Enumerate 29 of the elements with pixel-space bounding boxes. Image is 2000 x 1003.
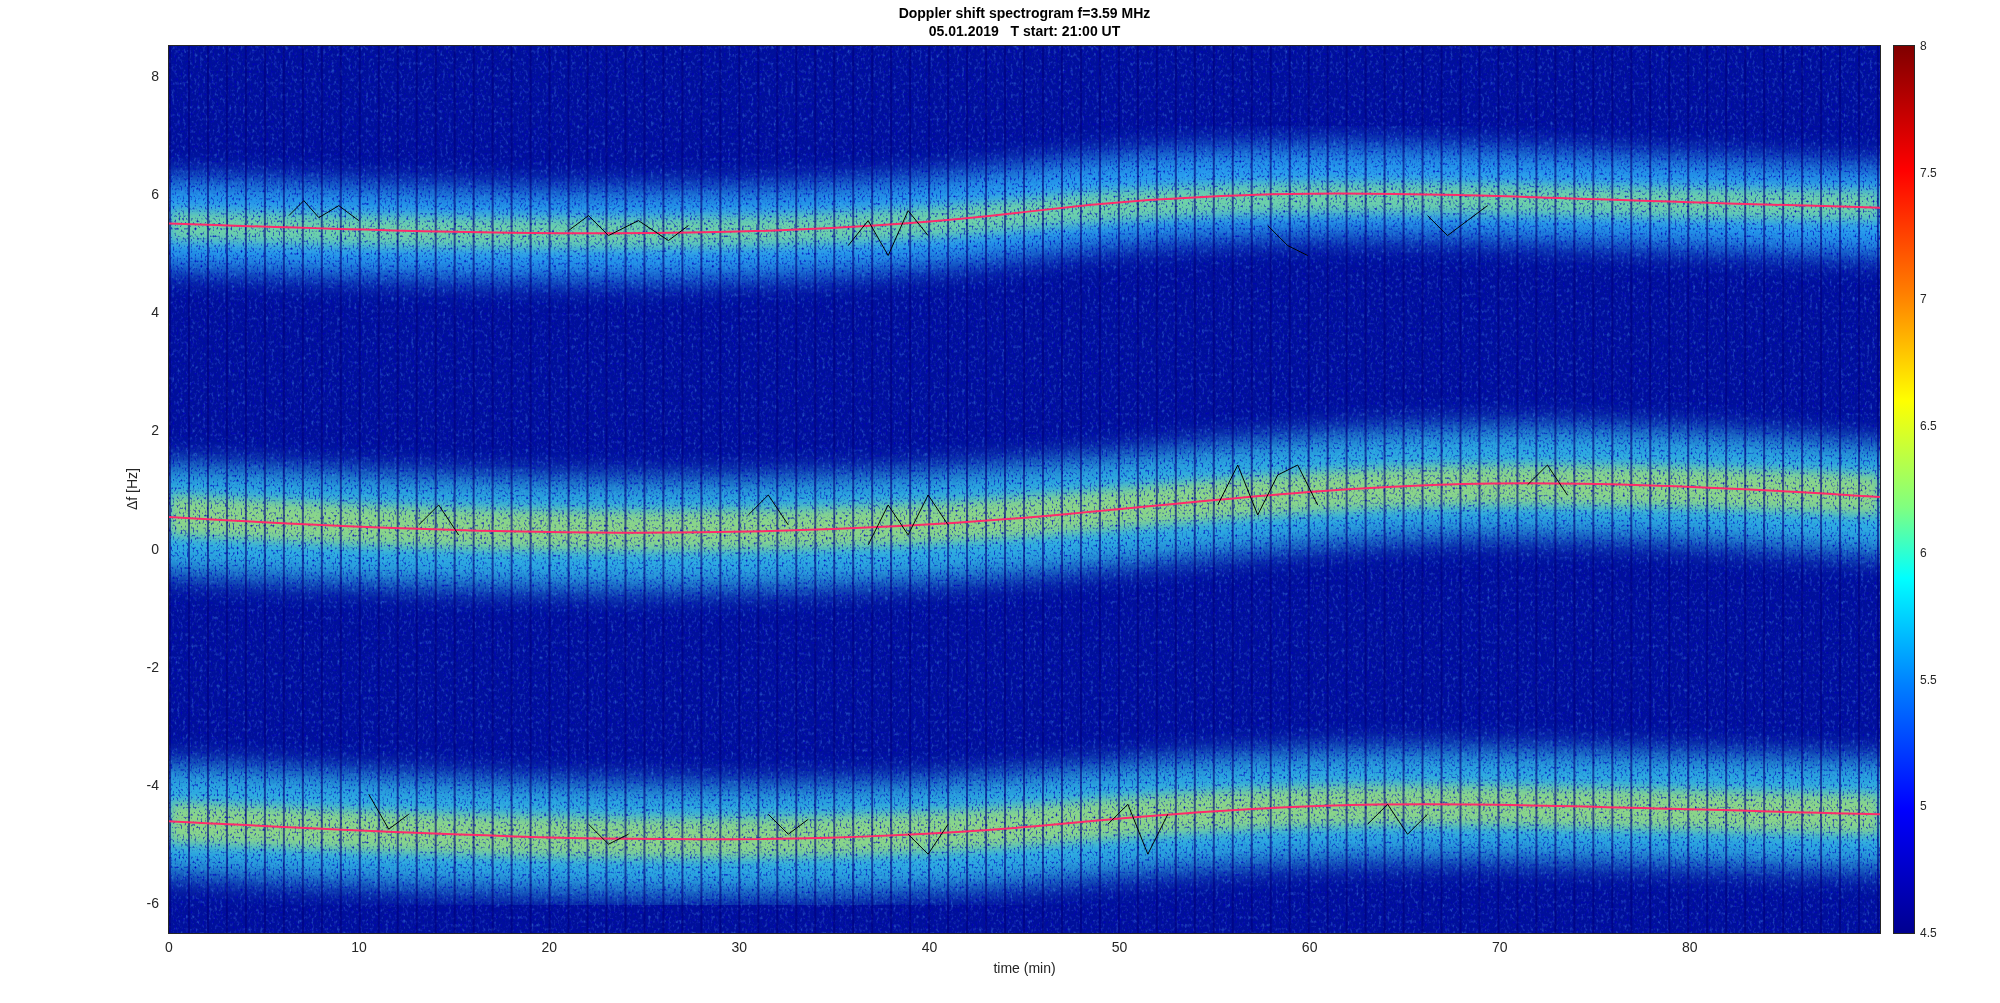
y-tick-label: 4 — [151, 304, 159, 321]
x-tick-label: 70 — [1492, 939, 1508, 955]
colorbar-tick-label: 8 — [1920, 39, 1927, 53]
y-axis-label: Δf [Hz] — [124, 468, 140, 511]
x-axis-label: time (min) — [993, 960, 1056, 976]
y-tick-label: 2 — [151, 422, 159, 439]
y-tick-label: 0 — [151, 540, 159, 557]
y-tick-label: 8 — [151, 67, 159, 84]
colorbar-tick-label: 5.5 — [1920, 672, 1937, 687]
x-tick-label: 50 — [1111, 939, 1128, 955]
y-tick-label: -4 — [146, 777, 159, 794]
colorbar-tick-label: 7 — [1920, 292, 1927, 307]
plot-title: Doppler shift spectrogram f=3.59 MHz — [898, 4, 1151, 22]
y-tick-label: -2 — [146, 658, 159, 675]
x-tick-label: 60 — [1301, 939, 1318, 955]
plot-title: 05.01.2019 T start: 21:00 UT — [928, 22, 1121, 40]
x-tick-label: 80 — [1682, 939, 1698, 955]
y-tick-label: -6 — [146, 895, 159, 912]
x-tick-label: 20 — [541, 939, 557, 955]
colorbar-tick-label: 6 — [1920, 545, 1927, 560]
x-tick-label: 10 — [351, 939, 367, 955]
x-tick-label: 30 — [731, 939, 748, 955]
x-tick-label: 40 — [921, 939, 938, 955]
colorbar-tick-label: 7.5 — [1920, 165, 1937, 180]
colorbar-tick-label: 4.5 — [1920, 926, 1937, 940]
colorbar-tick-label: 6.5 — [1920, 419, 1937, 434]
x-tick-label: 0 — [165, 939, 173, 955]
y-tick-label: 6 — [151, 185, 159, 202]
colorbar-tick-label: 5 — [1920, 799, 1927, 814]
